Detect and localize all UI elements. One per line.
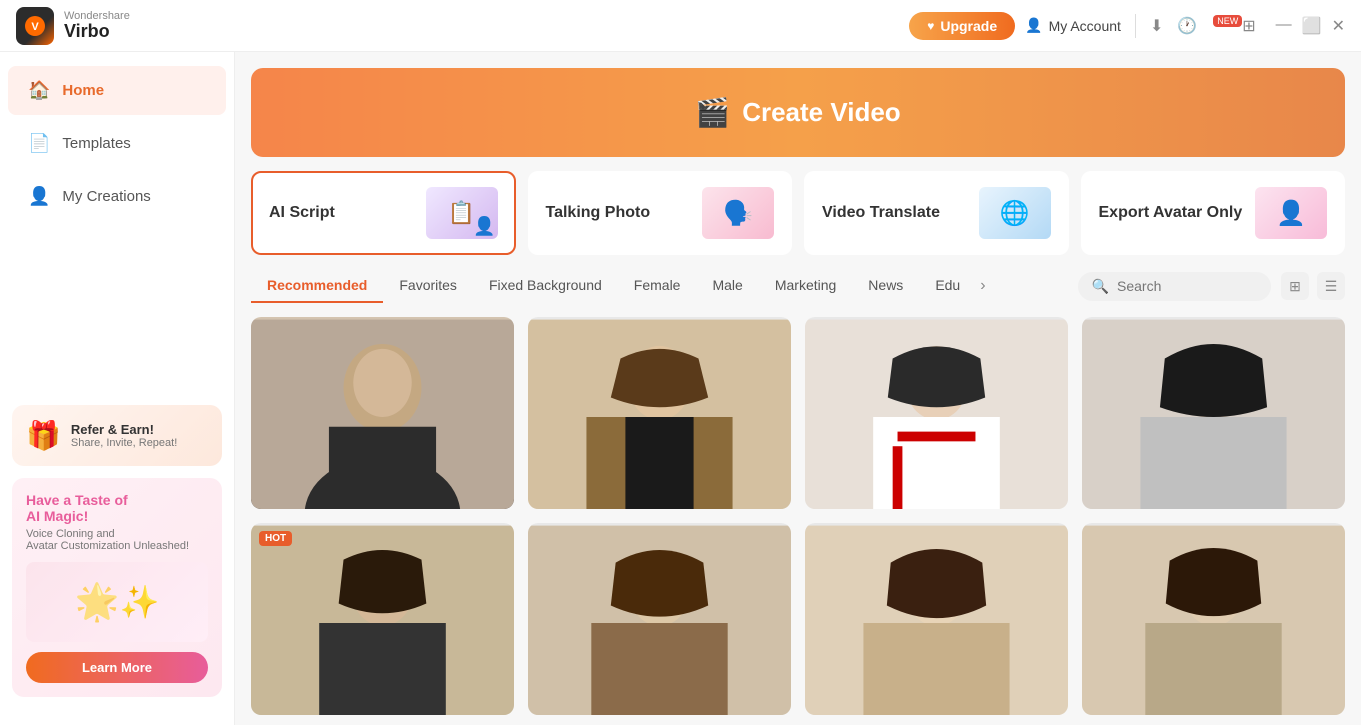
list-view-icon[interactable]: ☰ bbox=[1317, 272, 1345, 300]
sidebar-bottom: 🎁 Refer & Earn! Share, Invite, Repeat! H… bbox=[0, 223, 234, 713]
content-area: 🎬 Create Video AI Script 📋 👤 Talking Pho… bbox=[235, 52, 1361, 725]
filter-more-button[interactable]: › bbox=[976, 269, 989, 303]
ai-magic-subtitle: Voice Cloning andAvatar Customization Un… bbox=[26, 528, 208, 552]
feature-card-ai-script[interactable]: AI Script 📋 👤 bbox=[251, 171, 516, 255]
search-icon: 🔍 bbox=[1092, 278, 1109, 295]
filter-tab-female[interactable]: Female bbox=[618, 269, 697, 303]
my-account-button[interactable]: 👤 My Account bbox=[1025, 17, 1121, 34]
export-avatar-image: 👤 bbox=[1255, 187, 1327, 239]
video-translate-image: 🌐 bbox=[979, 187, 1051, 239]
create-video-banner[interactable]: 🎬 Create Video bbox=[251, 68, 1345, 157]
feature-card-video-translate[interactable]: Video Translate 🌐 bbox=[804, 171, 1069, 255]
refer-text: Refer & Earn! Share, Invite, Repeat! bbox=[71, 422, 177, 449]
create-video-text: Create Video bbox=[742, 97, 900, 128]
avatar-card-person8[interactable] bbox=[1082, 523, 1345, 715]
filter-tab-recommended[interactable]: Recommended bbox=[251, 269, 383, 303]
logo-icon: V bbox=[16, 7, 54, 45]
avatar-card-person6[interactable] bbox=[528, 523, 791, 715]
main-layout: 🏠 Home 📄 Templates 👤 My Creations 🎁 Refe… bbox=[0, 52, 1361, 725]
close-button[interactable]: ✕ bbox=[1332, 16, 1345, 36]
title-bar: V Wondershare Virbo Upgrade 👤 My Account… bbox=[0, 0, 1361, 52]
avatar-image-person7 bbox=[805, 523, 1068, 715]
maximize-button[interactable]: ⬜ bbox=[1302, 16, 1322, 36]
avatar-image-elena bbox=[528, 317, 791, 509]
filter-tabs: Recommended Favorites Fixed Background F… bbox=[251, 269, 1345, 303]
sidebar-item-templates[interactable]: 📄 Templates bbox=[8, 119, 226, 168]
avatar-image-brandt bbox=[251, 317, 514, 509]
avatar-card-elena[interactable]: Elena-Professional bbox=[528, 317, 791, 509]
account-icon: 👤 bbox=[1025, 17, 1042, 34]
search-box: 🔍 bbox=[1078, 272, 1271, 301]
my-creations-icon: 👤 bbox=[28, 186, 50, 207]
ai-magic-visual: 🌟 bbox=[26, 562, 208, 642]
title-bar-icons: ⬇ 🕐 NEW⊞ bbox=[1150, 16, 1256, 36]
ai-magic-card: Have a Taste of AI Magic! Voice Cloning … bbox=[12, 478, 222, 697]
avatar-card-brandt[interactable]: Brandt-Casual bbox=[251, 317, 514, 509]
avatar-card-harper[interactable]: Harper-Promotion bbox=[1082, 317, 1345, 509]
search-input[interactable] bbox=[1117, 278, 1257, 294]
feature-cards: AI Script 📋 👤 Talking Photo 🗣️ Video Tra… bbox=[251, 171, 1345, 255]
sidebar: 🏠 Home 📄 Templates 👤 My Creations 🎁 Refe… bbox=[0, 52, 235, 725]
filter-tab-news[interactable]: News bbox=[852, 269, 919, 303]
filter-tab-marketing[interactable]: Marketing bbox=[759, 269, 852, 303]
templates-icon: 📄 bbox=[28, 133, 50, 154]
hot-badge: HOT bbox=[259, 531, 292, 546]
title-bar-right: Upgrade 👤 My Account ⬇ 🕐 NEW⊞ — ⬜ ✕ bbox=[909, 12, 1345, 40]
window-controls: — ⬜ ✕ bbox=[1276, 16, 1345, 36]
filter-tab-male[interactable]: Male bbox=[696, 269, 758, 303]
avatar-card-person7[interactable] bbox=[805, 523, 1068, 715]
grid-view-icon[interactable]: ⊞ bbox=[1281, 272, 1309, 300]
filter-tab-edu[interactable]: Edu bbox=[919, 269, 976, 303]
avatar-image-person6 bbox=[528, 523, 791, 715]
app-logo: V Wondershare Virbo bbox=[16, 7, 130, 45]
talking-photo-image: 🗣️ bbox=[702, 187, 774, 239]
feature-card-export-avatar[interactable]: Export Avatar Only 👤 bbox=[1081, 171, 1346, 255]
avatar-image-ruby bbox=[805, 317, 1068, 509]
history-icon[interactable]: 🕐 bbox=[1177, 16, 1197, 36]
sidebar-item-home[interactable]: 🏠 Home bbox=[8, 66, 226, 115]
view-icons: ⊞ ☰ bbox=[1281, 272, 1345, 300]
ai-script-image: 📋 👤 bbox=[426, 187, 498, 239]
minimize-button[interactable]: — bbox=[1276, 16, 1292, 36]
sidebar-item-my-creations[interactable]: 👤 My Creations bbox=[8, 172, 226, 221]
filter-tab-fixed-background[interactable]: Fixed Background bbox=[473, 269, 618, 303]
download-icon[interactable]: ⬇ bbox=[1150, 16, 1163, 36]
avatar-image-person5: HOT bbox=[251, 523, 514, 715]
svg-text:V: V bbox=[31, 21, 39, 33]
filter-tab-favorites[interactable]: Favorites bbox=[383, 269, 473, 303]
divider bbox=[1135, 14, 1136, 38]
ai-magic-title: Have a Taste of AI Magic! bbox=[26, 492, 208, 524]
avatar-card-ruby[interactable]: Ruby-Games bbox=[805, 317, 1068, 509]
refer-card[interactable]: 🎁 Refer & Earn! Share, Invite, Repeat! bbox=[12, 405, 222, 466]
home-icon: 🏠 bbox=[28, 80, 50, 101]
avatar-card-person5[interactable]: HOT bbox=[251, 523, 514, 715]
upgrade-button[interactable]: Upgrade bbox=[909, 12, 1015, 40]
avatar-image-harper bbox=[1082, 317, 1345, 509]
create-video-icon: 🎬 bbox=[695, 96, 730, 129]
avatar-grid: Brandt-Casual Elena-Professional bbox=[251, 317, 1345, 725]
grid-icon[interactable]: NEW⊞ bbox=[1211, 16, 1255, 36]
feature-card-talking-photo[interactable]: Talking Photo 🗣️ bbox=[528, 171, 793, 255]
avatar-image-person8 bbox=[1082, 523, 1345, 715]
logo-text: Wondershare Virbo bbox=[64, 10, 130, 42]
learn-more-button[interactable]: Learn More bbox=[26, 652, 208, 683]
refer-icon: 🎁 bbox=[26, 419, 61, 452]
